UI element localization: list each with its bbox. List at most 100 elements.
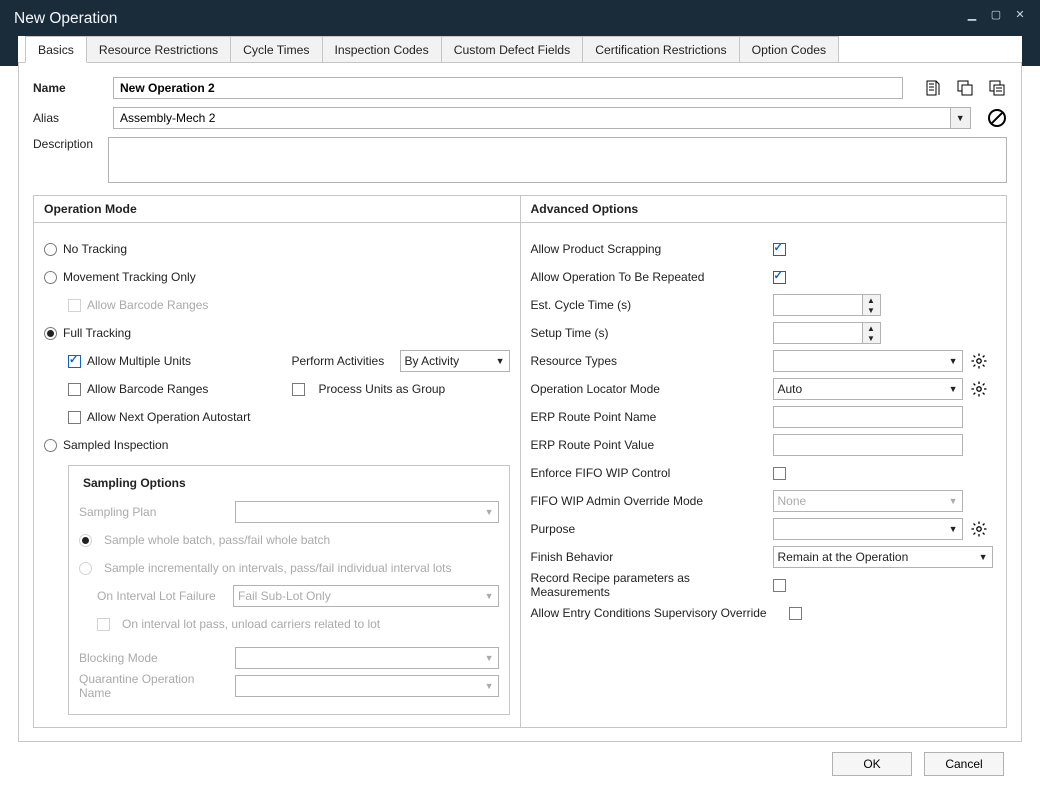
erp-value-input[interactable] [773,434,963,456]
description-input[interactable] [108,137,1007,183]
tabstrip: Basics Resource Restrictions Cycle Times… [25,36,1022,63]
allow-barcode-ranges-label-1: Allow Barcode Ranges [87,298,208,312]
movement-tracking-label: Movement Tracking Only [63,270,196,284]
sample-incremental-label: Sample incrementally on intervals, pass/… [104,561,452,575]
chevron-down-icon: ▼ [485,653,494,663]
name-label: Name [33,81,103,95]
tab-custom-defect-fields[interactable]: Custom Defect Fields [441,36,584,63]
erp-name-label: ERP Route Point Name [531,410,773,424]
minimize-button[interactable]: ▁ [966,8,978,22]
spinner-up-icon[interactable]: ▲ [863,323,880,333]
erp-name-input[interactable] [773,406,963,428]
perform-activities-select[interactable]: By Activity▼ [400,350,510,372]
chevron-down-icon[interactable]: ▼ [950,107,971,129]
on-interval-lot-pass-label: On interval lot pass, unload carriers re… [122,617,380,631]
chevron-down-icon: ▼ [949,356,958,366]
fifo-admin-label: FIFO WIP Admin Override Mode [531,494,773,508]
sampled-inspection-label: Sampled Inspection [63,438,168,452]
on-interval-lot-failure-select: Fail Sub-Lot Only▼ [233,585,499,607]
block-icon[interactable] [987,108,1007,128]
tab-basics[interactable]: Basics [25,36,87,63]
spinner-down-icon[interactable]: ▼ [863,333,880,343]
est-cycle-label: Est. Cycle Time (s) [531,298,773,312]
tab-resource-restrictions[interactable]: Resource Restrictions [86,36,231,63]
allow-barcode-ranges-label-2: Allow Barcode Ranges [87,382,208,396]
full-tracking-label: Full Tracking [63,326,131,340]
alias-combo[interactable]: ▼ [113,107,971,129]
quarantine-operation-select: ▼ [235,675,499,697]
copy-icon[interactable] [955,78,975,98]
maximize-button[interactable]: ▢ [990,8,1002,22]
sampled-inspection-radio[interactable] [44,439,57,452]
tab-cycle-times[interactable]: Cycle Times [230,36,322,63]
ok-button[interactable]: OK [832,752,912,776]
setup-time-spinner[interactable]: ▲▼ [773,322,881,344]
operation-mode-header: Operation Mode [34,196,520,223]
sample-whole-batch-radio [79,534,92,547]
window-title: New Operation [14,8,966,28]
resource-types-select[interactable]: ▼ [773,350,963,372]
allow-repeat-label: Allow Operation To Be Repeated [531,270,773,284]
allow-barcode-ranges-check-2[interactable] [68,383,81,396]
process-units-as-group-label: Process Units as Group [319,382,446,396]
oploc-mode-select[interactable]: Auto▼ [773,378,963,400]
sample-incremental-radio [79,562,92,575]
sampling-plan-select: ▼ [235,501,499,523]
purpose-select[interactable]: ▼ [773,518,963,540]
allow-next-op-autostart-label: Allow Next Operation Autostart [87,410,250,424]
fifo-admin-select: None▼ [773,490,963,512]
allow-scrap-check[interactable] [773,243,786,256]
full-tracking-radio[interactable] [44,327,57,340]
tab-certification-restrictions[interactable]: Certification Restrictions [582,36,739,63]
alias-input[interactable] [113,107,950,129]
setup-time-input[interactable] [774,323,862,343]
on-interval-lot-pass-check [97,618,110,631]
paste-icon[interactable] [987,78,1007,98]
est-cycle-spinner[interactable]: ▲▼ [773,294,881,316]
setup-time-label: Setup Time (s) [531,326,773,340]
blocking-mode-select: ▼ [235,647,499,669]
allow-multiple-units-label: Allow Multiple Units [87,354,191,368]
quarantine-operation-label: Quarantine Operation Name [79,672,229,700]
chevron-down-icon: ▼ [485,591,494,601]
sampling-options-header: Sampling Options [79,476,190,490]
chevron-down-icon: ▼ [979,552,988,562]
resource-types-label: Resource Types [531,354,773,368]
sampling-options-group: Sampling Options Sampling Plan ▼ Sample … [68,465,510,715]
allow-next-op-autostart-check[interactable] [68,411,81,424]
chevron-down-icon: ▼ [949,384,958,394]
erp-value-label: ERP Route Point Value [531,438,773,452]
name-input[interactable] [113,77,903,99]
gear-icon[interactable] [969,379,989,399]
finish-behavior-select[interactable]: Remain at the Operation▼ [773,546,993,568]
tab-inspection-codes[interactable]: Inspection Codes [322,36,442,63]
allow-scrap-label: Allow Product Scrapping [531,242,773,256]
allow-entry-override-check[interactable] [789,607,802,620]
chevron-down-icon: ▼ [949,496,958,506]
spinner-down-icon[interactable]: ▼ [863,305,880,315]
allow-repeat-check[interactable] [773,271,786,284]
finish-behavior-label: Finish Behavior [531,550,773,564]
movement-tracking-radio[interactable] [44,271,57,284]
tab-option-codes[interactable]: Option Codes [739,36,840,63]
gear-icon[interactable] [969,519,989,539]
allow-entry-override-label: Allow Entry Conditions Supervisory Overr… [531,606,789,620]
fifo-enforce-label: Enforce FIFO WIP Control [531,466,773,480]
est-cycle-input[interactable] [774,295,862,315]
process-units-as-group-check[interactable] [292,383,305,396]
close-button[interactable]: ✕ [1014,8,1026,22]
fifo-enforce-check[interactable] [773,467,786,480]
no-tracking-label: No Tracking [63,242,127,256]
advanced-options-header: Advanced Options [521,196,1007,223]
spinner-up-icon[interactable]: ▲ [863,295,880,305]
notes-icon[interactable] [923,78,943,98]
gear-icon[interactable] [969,351,989,371]
purpose-label: Purpose [531,522,773,536]
oploc-mode-label: Operation Locator Mode [531,382,773,396]
record-recipe-check[interactable] [773,579,786,592]
cancel-button[interactable]: Cancel [924,752,1004,776]
no-tracking-radio[interactable] [44,243,57,256]
allow-multiple-units-check[interactable] [68,355,81,368]
chevron-down-icon: ▼ [485,681,494,691]
allow-barcode-ranges-check-1 [68,299,81,312]
